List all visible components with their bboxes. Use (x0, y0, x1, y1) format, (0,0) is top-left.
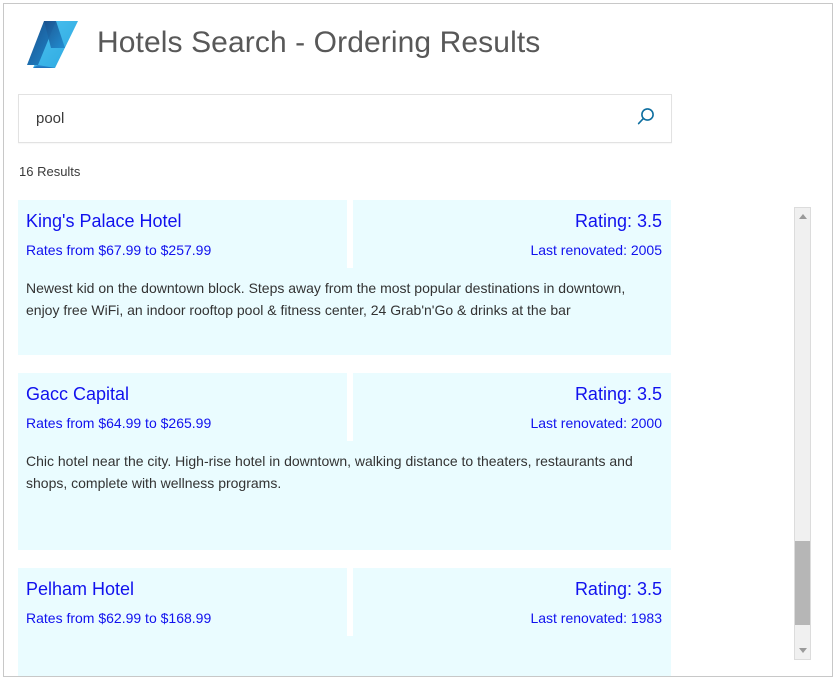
search-input[interactable] (19, 95, 621, 142)
chevron-up-icon (799, 214, 807, 219)
app-window: Hotels Search - Ordering Results 16 Resu… (3, 3, 833, 677)
hotel-description (18, 636, 671, 645)
scroll-up-button[interactable] (795, 208, 810, 225)
hotel-rating: Rating: 3.5 (575, 210, 662, 232)
hotel-result-card[interactable]: Gacc Capital Rates from $64.99 to $265.9… (18, 373, 671, 550)
results-count: 16 Results (19, 164, 80, 179)
card-bottom-spacer (18, 494, 671, 550)
card-right-column: Rating: 3.5 Last renovated: 1983 (353, 568, 671, 636)
chevron-down-icon (799, 648, 807, 653)
hotel-result-card[interactable]: Pelham Hotel Rates from $62.99 to $168.9… (18, 568, 671, 677)
search-button[interactable] (621, 95, 671, 142)
hotel-name-link[interactable]: Gacc Capital (26, 383, 129, 405)
card-right-column: Rating: 3.5 Last renovated: 2000 (353, 373, 671, 441)
page-title: Hotels Search - Ordering Results (97, 28, 540, 60)
card-bottom-spacer (18, 645, 671, 677)
hotel-description: Newest kid on the downtown block. Steps … (18, 268, 671, 321)
hotel-last-renovated: Last renovated: 2005 (353, 241, 662, 260)
search-icon (635, 106, 657, 131)
hotel-rating: Rating: 3.5 (575, 383, 662, 405)
card-header-row: Gacc Capital Rates from $64.99 to $265.9… (18, 373, 671, 441)
card-gap (4, 550, 794, 568)
hotel-rating: Rating: 3.5 (575, 578, 662, 600)
card-left-column: Pelham Hotel Rates from $62.99 to $168.9… (18, 568, 347, 636)
card-header-row: Pelham Hotel Rates from $62.99 to $168.9… (18, 568, 671, 636)
hotel-rates: Rates from $67.99 to $257.99 (26, 241, 347, 260)
results-list: King's Palace Hotel Rates from $67.99 to… (4, 200, 794, 677)
hotel-name-link[interactable]: Pelham Hotel (26, 578, 134, 600)
hotel-result-card[interactable]: King's Palace Hotel Rates from $67.99 to… (18, 200, 671, 355)
card-header-row: King's Palace Hotel Rates from $67.99 to… (18, 200, 671, 268)
scrollbar-track[interactable] (795, 225, 810, 642)
card-left-column: Gacc Capital Rates from $64.99 to $265.9… (18, 373, 347, 441)
card-left-column: King's Palace Hotel Rates from $67.99 to… (18, 200, 347, 268)
hotel-last-renovated: Last renovated: 1983 (353, 609, 662, 628)
hotel-description: Chic hotel near the city. High-rise hote… (18, 441, 671, 494)
card-gap (4, 355, 794, 373)
card-right-column: Rating: 3.5 Last renovated: 2005 (353, 200, 671, 268)
hotel-rates: Rates from $64.99 to $265.99 (26, 414, 347, 433)
results-area: King's Palace Hotel Rates from $67.99 to… (4, 200, 833, 677)
hotel-name-link[interactable]: King's Palace Hotel (26, 210, 182, 232)
page-header: Hotels Search - Ordering Results (4, 4, 832, 84)
azure-logo-icon (23, 16, 85, 74)
scrollbar-thumb[interactable] (795, 541, 810, 625)
hotel-last-renovated: Last renovated: 2000 (353, 414, 662, 433)
search-bar[interactable] (18, 94, 672, 143)
hotel-rates: Rates from $62.99 to $168.99 (26, 609, 347, 628)
card-bottom-spacer (18, 321, 671, 355)
vertical-scrollbar[interactable] (794, 207, 811, 660)
scroll-down-button[interactable] (795, 642, 810, 659)
